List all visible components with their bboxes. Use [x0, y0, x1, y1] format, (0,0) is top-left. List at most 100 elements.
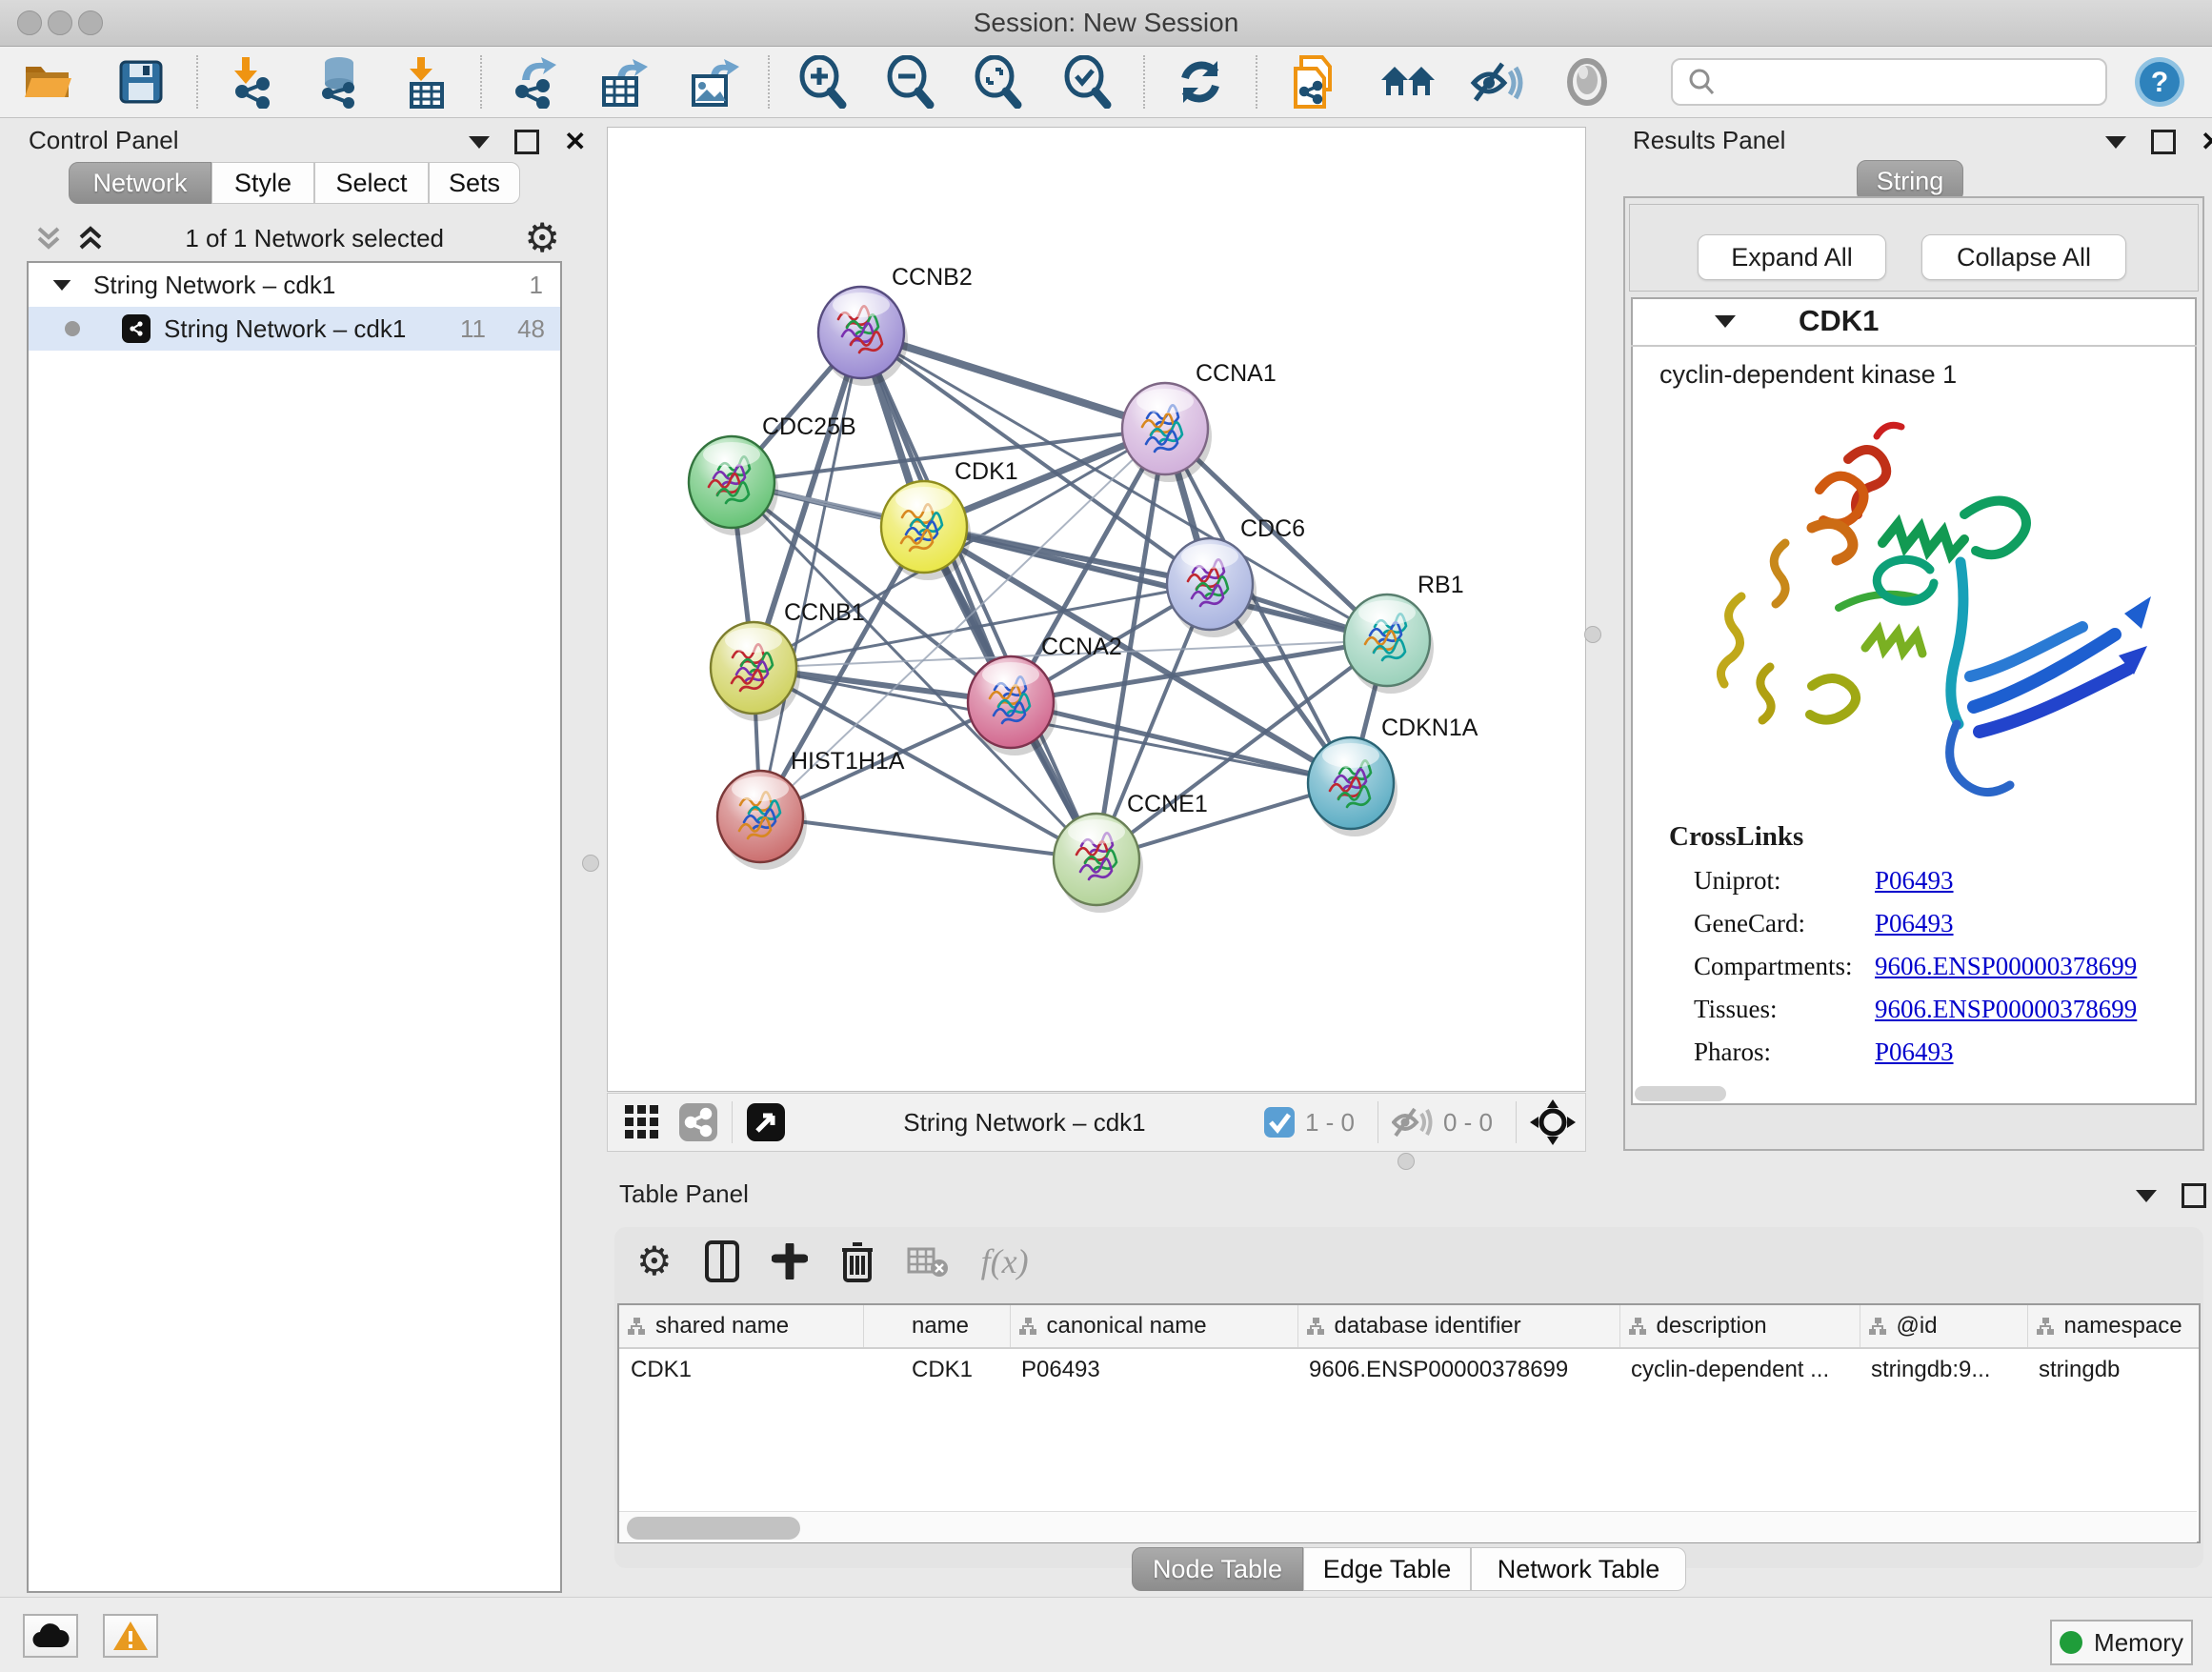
clone-network-button[interactable]: [1267, 51, 1362, 112]
import-network-button[interactable]: [208, 51, 295, 112]
help-button[interactable]: ?: [2107, 51, 2212, 112]
import-table-button[interactable]: [383, 51, 471, 112]
search-input[interactable]: [1671, 58, 2107, 106]
collapse-all-button[interactable]: Collapse All: [1921, 234, 2126, 280]
refresh-button[interactable]: [1155, 51, 1246, 112]
network-node-HIST1H1A[interactable]: HIST1H1A: [717, 748, 905, 870]
memory-button[interactable]: Memory: [2050, 1620, 2193, 1665]
column-header-shared-name[interactable]: shared name: [619, 1305, 863, 1348]
crosslinks-list: Uniprot:P06493GeneCard:P06493Compartment…: [1694, 859, 2189, 1074]
tree-row-collection[interactable]: String Network – cdk11: [29, 263, 560, 307]
expand-all-button[interactable]: Expand All: [1698, 234, 1886, 280]
table-panel-float-icon[interactable]: [2182, 1183, 2206, 1208]
network-node-CDK1[interactable]: CDK1: [881, 458, 1018, 580]
export-network-button[interactable]: [492, 51, 579, 112]
left-splitter-handle[interactable]: [582, 855, 599, 872]
zoom-in-icon: [796, 55, 850, 109]
string-entry-header[interactable]: CDK1: [1631, 297, 2197, 347]
tab-edge-table[interactable]: Edge Table: [1303, 1547, 1471, 1591]
table-cell[interactable]: CDK1: [619, 1348, 863, 1391]
table-panel-menu-icon[interactable]: [2136, 1190, 2157, 1202]
network-options-gear-icon[interactable]: ⚙: [524, 218, 560, 258]
column-header--id[interactable]: @id: [1860, 1305, 2027, 1348]
zoom-fit-button[interactable]: [955, 51, 1042, 112]
results-panel-title: Results Panel: [1633, 126, 1785, 154]
grid-view-icon[interactable]: [623, 1103, 661, 1141]
export-image-button[interactable]: [667, 51, 758, 112]
network-edge-HIST1H1A-CCNE1[interactable]: [760, 816, 1096, 859]
results-panel-close-icon[interactable]: ✕: [2201, 132, 2212, 151]
show-columns-icon[interactable]: [705, 1240, 739, 1282]
tree-expand-icon[interactable]: [53, 279, 71, 290]
entry-collapse-icon[interactable]: [1715, 315, 1736, 328]
crosslink-value-link[interactable]: 9606.ENSP00000378699: [1875, 995, 2137, 1024]
results-scrollbar[interactable]: [1635, 1086, 1726, 1101]
table-scrollbar[interactable]: [627, 1517, 800, 1540]
network-canvas[interactable]: CCNB2CCNA1CDC25BCDK1CDC6RB1CCNB1CCNA2CDK…: [607, 127, 1586, 1092]
crosslink-value-link[interactable]: 9606.ENSP00000378699: [1875, 952, 2137, 981]
crosslink-value-link[interactable]: P06493: [1875, 1037, 1954, 1067]
table-cell[interactable]: CDK1: [863, 1348, 1010, 1391]
expand-all-icon[interactable]: [76, 224, 105, 252]
control-panel-menu-icon[interactable]: [469, 136, 490, 149]
delete-column-icon[interactable]: [840, 1240, 875, 1282]
birdseye-view-icon[interactable]: [678, 1102, 718, 1142]
selected-checkbox-icon[interactable]: [1263, 1106, 1296, 1138]
open-in-window-icon[interactable]: [746, 1102, 786, 1142]
tab-sets[interactable]: Sets: [429, 162, 520, 204]
crosslink-value-link[interactable]: P06493: [1875, 909, 1954, 938]
home-view-button[interactable]: [1362, 51, 1454, 112]
import-database-button[interactable]: [295, 51, 383, 112]
table-cell[interactable]: cyclin-dependent ...: [1619, 1348, 1860, 1391]
tab-node-table[interactable]: Node Table: [1132, 1547, 1303, 1591]
table-cell[interactable]: P06493: [1010, 1348, 1297, 1391]
table-cell[interactable]: stringdb: [2027, 1348, 2199, 1391]
network-node-CDKN1A[interactable]: CDKN1A: [1308, 715, 1478, 836]
table-cell[interactable]: 9606.ENSP00000378699: [1297, 1348, 1619, 1391]
network-node-CDC6[interactable]: CDC6: [1167, 515, 1305, 637]
table-scroll-track[interactable]: [619, 1511, 2197, 1542]
bottom-splitter-handle[interactable]: [1398, 1153, 1415, 1170]
network-node-RB1[interactable]: RB1: [1344, 572, 1464, 694]
results-panel-menu-icon[interactable]: [2105, 136, 2126, 149]
netbar-separator: [1516, 1101, 1517, 1143]
tab-style[interactable]: Style: [211, 162, 314, 204]
tab-network-table[interactable]: Network Table: [1471, 1547, 1686, 1591]
network-edge-CCNB2-CCNE1[interactable]: [861, 332, 1096, 859]
save-session-button[interactable]: [95, 51, 187, 112]
column-header-database-identifier[interactable]: database identifier: [1297, 1305, 1619, 1348]
control-panel-float-icon[interactable]: [514, 130, 539, 154]
hide-selected-button[interactable]: [1454, 51, 1541, 112]
crosslink-value-link[interactable]: P06493: [1875, 866, 1954, 896]
results-panel-float-icon[interactable]: [2151, 130, 2176, 154]
table-cell[interactable]: stringdb:9...: [1860, 1348, 2027, 1391]
network-node-CCNE1[interactable]: CCNE1: [1054, 791, 1208, 913]
zoom-in-button[interactable]: [779, 51, 867, 112]
column-header-namespace[interactable]: namespace: [2027, 1305, 2199, 1348]
tab-select[interactable]: Select: [314, 162, 429, 204]
zoom-selected-button[interactable]: [1042, 51, 1134, 112]
right-splitter-handle[interactable]: [1584, 626, 1601, 643]
column-header-canonical-name[interactable]: canonical name: [1010, 1305, 1297, 1348]
column-header-description[interactable]: description: [1619, 1305, 1860, 1348]
tab-network[interactable]: Network: [69, 162, 211, 204]
attribute-type-icon: [1628, 1317, 1647, 1336]
network-node-CCNA1[interactable]: CCNA1: [1122, 360, 1277, 482]
table-row[interactable]: CDK1CDK1P064939606.ENSP00000378699cyclin…: [619, 1348, 2199, 1391]
add-column-icon[interactable]: [772, 1243, 808, 1279]
collapse-all-icon[interactable]: [34, 224, 63, 252]
fit-content-crosshair-icon[interactable]: [1530, 1099, 1576, 1145]
network-node-CCNB2[interactable]: CCNB2: [818, 264, 973, 386]
toggle-graphics-details-button[interactable]: [1541, 51, 1633, 112]
control-panel-close-icon[interactable]: ✕: [564, 132, 586, 151]
open-session-button[interactable]: [0, 51, 95, 112]
table-options-gear-icon[interactable]: ⚙: [636, 1241, 673, 1281]
warning-button[interactable]: [103, 1614, 158, 1658]
hidden-eye-icon[interactable]: [1392, 1105, 1434, 1139]
tree-row-network[interactable]: String Network – cdk11148: [29, 307, 560, 351]
column-header-name[interactable]: name: [863, 1305, 1010, 1348]
cloud-button[interactable]: [23, 1614, 78, 1658]
export-table-button[interactable]: [579, 51, 667, 112]
network-node-CCNB1[interactable]: CCNB1: [711, 599, 865, 721]
zoom-out-button[interactable]: [867, 51, 955, 112]
